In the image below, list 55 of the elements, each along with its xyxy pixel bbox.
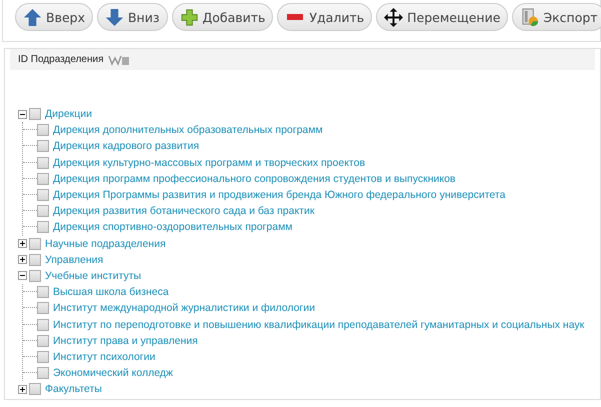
expander-icon[interactable] xyxy=(18,271,27,280)
checkbox[interactable] xyxy=(37,334,49,347)
checkbox[interactable] xyxy=(37,302,49,314)
checkbox[interactable] xyxy=(37,124,49,136)
tree-item[interactable]: Институт международной журналистики и филологии xyxy=(53,302,315,314)
move-arrows-icon xyxy=(384,8,404,26)
column-header: ID Подразделения xyxy=(18,54,104,65)
tree-item[interactable]: Высшая школа бизнеса xyxy=(53,286,169,298)
tree-item[interactable]: Дирекция развития ботанического сада и баз практик xyxy=(53,205,314,218)
tree-item[interactable]: Дирекция программ профессионального сопровождения студентов и выпускников xyxy=(53,172,456,185)
tree-item[interactable]: Институт психологии xyxy=(53,350,156,363)
checkbox[interactable] xyxy=(37,140,49,152)
tree-item[interactable]: Научные подразделения xyxy=(45,238,166,250)
expander-icon[interactable] xyxy=(18,239,27,248)
toolbar-button[interactable]: Удалить xyxy=(277,3,372,31)
toolbar-button[interactable]: Перемещение xyxy=(376,3,508,31)
plus-icon xyxy=(180,8,198,26)
checkbox[interactable] xyxy=(37,350,49,363)
toolbar-button[interactable]: Экспорт xyxy=(512,3,601,31)
checkbox[interactable] xyxy=(37,221,49,234)
minus-icon xyxy=(287,14,304,20)
tree-item[interactable]: Дирекция дополнительных образовательных программ xyxy=(53,124,323,136)
tree-item[interactable]: Институт по переподготовке и повышению квалификации преподавателей гуманитарных и социальных наук xyxy=(53,318,584,331)
checkbox[interactable] xyxy=(29,270,41,282)
tree-item[interactable]: Факультеты xyxy=(45,383,102,396)
expander-icon[interactable] xyxy=(18,255,27,264)
checkbox[interactable] xyxy=(37,205,49,218)
toolbar-button[interactable]: Вверх xyxy=(15,3,93,31)
up-arrow-icon xyxy=(23,8,42,26)
expander-icon[interactable] xyxy=(18,384,27,394)
checkbox[interactable] xyxy=(29,254,41,266)
toolbar-button[interactable]: Вниз xyxy=(96,3,168,31)
checkbox[interactable] xyxy=(37,156,49,169)
checkbox[interactable] xyxy=(37,172,49,185)
tree-item[interactable]: Дирекция культурно-массовых программ и творческих проектов xyxy=(53,156,366,169)
tree-item[interactable]: Дирекции xyxy=(45,108,92,120)
expander-icon[interactable] xyxy=(18,110,27,119)
checkbox[interactable] xyxy=(29,238,41,250)
checkbox[interactable] xyxy=(37,318,49,331)
tree-item[interactable]: Экономический колледж xyxy=(53,367,173,380)
checkbox[interactable] xyxy=(29,108,41,120)
checkbox[interactable] xyxy=(37,189,49,202)
checkbox[interactable] xyxy=(37,367,49,380)
tree-item[interactable]: Дирекция Программы развития и продвижения бренда Южного федерального университета xyxy=(53,189,506,202)
tree-item[interactable]: Управления xyxy=(45,254,104,266)
toolbar-button[interactable]: Добавить xyxy=(172,3,274,31)
tree-item[interactable]: Дирекция кадрового развития xyxy=(53,140,200,152)
checkbox[interactable] xyxy=(37,286,49,298)
export-icon xyxy=(520,8,540,26)
tree-item[interactable]: Учебные институты xyxy=(45,270,142,282)
tree-item[interactable]: Дирекция спортивно-оздоровительных программ xyxy=(53,221,293,234)
sort-icon xyxy=(108,54,130,66)
checkbox[interactable] xyxy=(29,383,41,396)
tree-item[interactable]: Институт права и управления xyxy=(53,334,198,347)
down-arrow-icon xyxy=(104,8,124,26)
